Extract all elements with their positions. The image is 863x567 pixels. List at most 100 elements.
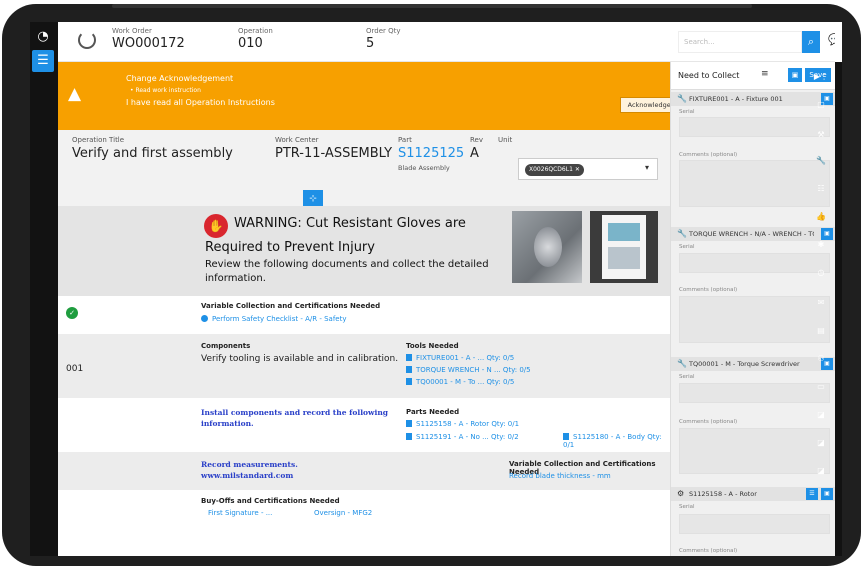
safety-checklist-link[interactable]: Perform Safety Checklist - A/R - Safety	[201, 315, 347, 323]
app-screen: ◔ ☰ Work Order WO000172 Operation 010 Or…	[30, 22, 842, 556]
order-qty-value: 5	[366, 36, 375, 51]
filter-icon[interactable]: ≡	[761, 69, 769, 79]
stop-hand-icon: ✋	[204, 214, 228, 238]
comments-label: Comments (optional)	[679, 152, 738, 158]
document-icon	[406, 420, 412, 427]
blade-thickness-link[interactable]: Record blade thickness - mm	[509, 472, 611, 480]
users-icon[interactable]: ⚇	[810, 354, 832, 368]
search-input[interactable]: Search...	[678, 31, 802, 53]
buyoffs-heading: Buy-Offs and Certifications Needed	[201, 497, 340, 505]
wrench-icon: 🔧	[677, 229, 687, 238]
banner-bullet: • Read work instruction	[130, 87, 201, 94]
part-link-3-label: S1125180 - A - Body Qty: 0/1	[563, 433, 662, 449]
collect-item-3-name: TQ00001 - M - Torque Screwdriver	[689, 360, 800, 368]
part-link-3[interactable]: S1125180 - A - Body Qty: 0/1	[563, 433, 670, 449]
step-text: Verify tooling is available and in calib…	[201, 354, 399, 364]
install-text-2: information.	[201, 419, 254, 428]
variable-collection-heading: Variable Collection and Certifications N…	[201, 302, 381, 310]
work-instructions-icon[interactable]: ☰	[32, 50, 54, 72]
serial-input[interactable]	[679, 117, 830, 137]
unit-chip[interactable]: X0026QCD6L1 ✕	[525, 164, 584, 176]
blade-image[interactable]	[512, 211, 582, 283]
part-link[interactable]: S1125125	[398, 146, 464, 161]
clock-icon[interactable]: ◷	[810, 268, 832, 282]
first-signature-link[interactable]: First Signature - ...	[208, 509, 272, 517]
document-icon[interactable]: ▤	[810, 326, 832, 340]
thumbs-up-icon[interactable]: 👍	[810, 212, 832, 226]
save-item-icon[interactable]: ▣	[821, 228, 833, 240]
step-row-measure: Record measurements. www.milstandard.com…	[58, 452, 670, 490]
left-nav: ◔ ☰	[30, 22, 58, 556]
collect-item-4: ⚙ S1125158 - A - Rotor ☰ ▣ Serial Comments …	[671, 487, 836, 556]
comments-input[interactable]	[679, 160, 830, 207]
image-icon-2[interactable]: ◪	[810, 438, 832, 452]
operation-label: Operation	[238, 27, 273, 35]
right-strip-top	[835, 22, 842, 62]
banner-message: I have read all Operation Instructions	[126, 98, 275, 107]
search-icon[interactable]: ⌕	[802, 31, 820, 53]
document-icon	[406, 366, 412, 373]
warning-section: ✋ WARNING: Cut Resistant Gloves are Requ…	[58, 206, 670, 296]
serial-input[interactable]	[679, 383, 830, 403]
change-acknowledgement-banner: ▲ Change Acknowledgement • Read work ins…	[58, 62, 686, 130]
unit-chip-label: X0026QCD6L1	[529, 166, 573, 173]
warning-line-3: Review the following documents and colle…	[205, 259, 489, 270]
save-disk-icon[interactable]: ▣	[788, 68, 802, 82]
wrench-icon[interactable]: 🔧	[810, 156, 832, 170]
tool-link-3-label: TQ00001 - M - To ... Qty: 0/5	[416, 378, 515, 386]
tool-link-1[interactable]: FIXTURE001 - A - ... Qty: 0/5	[406, 354, 514, 362]
comments-input[interactable]	[679, 428, 830, 474]
collect-item-4-name: S1125158 - A - Rotor	[689, 490, 757, 498]
warning-line-2: Required to Prevent Injury	[205, 240, 375, 255]
oversign-link[interactable]: Oversign - MFG2	[314, 509, 372, 517]
step-row-safety: ✓ Variable Collection and Certifications…	[58, 296, 670, 334]
bug-icon[interactable]: ✱	[810, 240, 832, 254]
list-icon[interactable]: ☰	[806, 488, 818, 500]
warning-line-4: information.	[205, 273, 266, 284]
step-row-install: Install components and record the follow…	[58, 398, 670, 452]
mail-icon[interactable]: ✉	[810, 298, 832, 312]
serial-label: Serial	[679, 374, 695, 380]
unit-select[interactable]: X0026QCD6L1 ✕ ▾	[518, 158, 658, 180]
collect-item-1-name: FIXTURE001 - A - Fixture 001	[689, 95, 783, 103]
image-icon[interactable]: ◪	[810, 410, 832, 424]
part-link-2-label: S1125191 - A - No ... Qty: 0/2	[416, 433, 519, 441]
collect-title: Need to Collect	[678, 71, 740, 80]
window-icon[interactable]: ▭	[810, 382, 832, 396]
document-icon	[406, 433, 412, 440]
work-order-label: Work Order	[112, 27, 152, 35]
serial-label: Serial	[679, 244, 695, 250]
serial-input[interactable]	[679, 514, 830, 534]
part-description: Blade Assembly	[398, 164, 450, 172]
serial-input[interactable]	[679, 253, 830, 273]
save-item-icon[interactable]: ▣	[821, 488, 833, 500]
comments-input[interactable]	[679, 296, 830, 343]
remove-chip-icon[interactable]: ✕	[575, 166, 580, 173]
part-link-2[interactable]: S1125191 - A - No ... Qty: 0/2	[406, 433, 519, 441]
wrench-icon: 🔧	[677, 359, 687, 368]
work-order-value: WO000172	[112, 36, 185, 51]
tool-link-1-label: FIXTURE001 - A - ... Qty: 0/5	[416, 354, 515, 362]
tool-link-2[interactable]: TORQUE WRENCH - N ... Qty: 0/5	[406, 366, 531, 374]
step-row-001: 001 Components Verify tooling is availab…	[58, 334, 670, 398]
serial-label: Serial	[679, 109, 695, 115]
loading-spinner-icon	[78, 31, 96, 49]
safety-checklist-label: Perform Safety Checklist - A/R - Safety	[212, 315, 347, 323]
components-heading: Components	[201, 342, 251, 350]
milstandard-link[interactable]: www.milstandard.com	[201, 471, 293, 480]
list-icon[interactable]: ☷	[810, 184, 832, 198]
operation-field: Operation 010	[238, 27, 273, 51]
note-icon[interactable]: ▢	[810, 100, 832, 114]
tools-icon[interactable]: ⚒	[810, 130, 832, 144]
order-qty-field: Order Qty 5	[366, 27, 401, 51]
document-thumbnail[interactable]	[590, 211, 658, 283]
tool-link-3[interactable]: TQ00001 - M - To ... Qty: 0/5	[406, 378, 514, 386]
dashboard-icon[interactable]: ◔	[32, 26, 54, 48]
work-center-value: PTR-11-ASSEMBLY	[275, 146, 393, 161]
warning-line-1: WARNING: Cut Resistant Gloves are	[234, 216, 466, 231]
part-link-1[interactable]: S1125158 - A - Rotor Qty: 0/1	[406, 420, 519, 428]
unit-label: Unit	[498, 136, 513, 144]
image-icon-3[interactable]: ◪	[810, 466, 832, 480]
chevron-down-icon[interactable]: ▾	[645, 163, 649, 172]
play-icon[interactable]: ▶⋮	[810, 72, 832, 86]
